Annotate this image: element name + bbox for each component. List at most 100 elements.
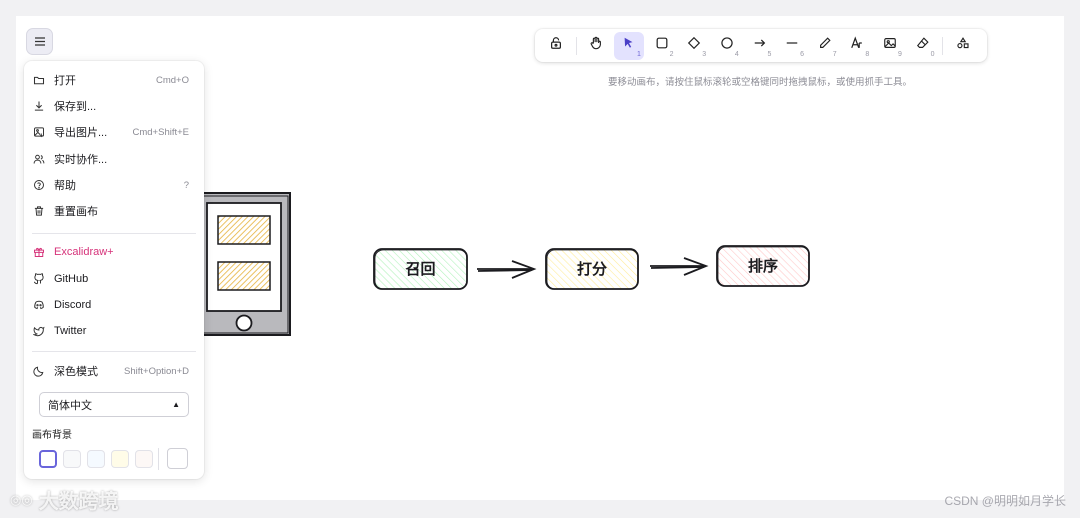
bg-swatch-blue[interactable] — [87, 450, 105, 468]
watermark-logo-icon: ◎◎ — [10, 491, 33, 507]
menu-item-label: 深色模式 — [54, 366, 98, 378]
canvas-hint: 要移动画布，请按住鼠标滚轮或空格键同时拖拽鼠标，或使用抓手工具。 — [607, 77, 912, 88]
circle-icon — [720, 36, 734, 55]
menu-link-twitter[interactable]: Twitter — [32, 319, 196, 343]
square-icon — [655, 36, 669, 55]
download-icon — [32, 99, 46, 113]
lock-icon — [549, 36, 563, 55]
toolbar-divider — [575, 36, 577, 55]
watermark-right: CSDN @明明如月学长 — [944, 494, 1066, 508]
tool-key: 4 — [734, 50, 739, 58]
menu-item-help[interactable]: 帮助 ? — [32, 173, 196, 197]
tool-key: 3 — [702, 50, 707, 58]
arrow-icon — [753, 36, 767, 55]
trash-icon — [32, 204, 46, 218]
moon-icon — [32, 364, 46, 378]
github-icon — [32, 272, 46, 286]
tool-hand[interactable] — [582, 32, 612, 60]
pointer-icon — [622, 36, 636, 55]
menu-item-open[interactable]: 打开 Cmd+O — [32, 68, 196, 92]
image-icon — [883, 36, 897, 55]
menu-item-reset-canvas[interactable]: 重置画布 — [32, 199, 196, 223]
tool-library[interactable] — [948, 32, 978, 60]
tool-ellipse[interactable]: 4 — [712, 32, 742, 60]
tool-draw[interactable]: 7 — [810, 32, 840, 60]
toolbar-divider — [942, 36, 944, 55]
tool-eraser[interactable]: 0 — [908, 32, 938, 60]
bg-swatch-gray[interactable] — [63, 450, 81, 468]
menu-item-export-image[interactable]: 导出图片... Cmd+Shift+E — [32, 120, 196, 144]
box-label-recall: 召回 — [405, 260, 436, 278]
menu-item-label: Discord — [54, 299, 92, 311]
tool-image[interactable]: 9 — [875, 32, 905, 60]
menu-divider — [32, 233, 196, 234]
tool-text[interactable]: 8 — [843, 32, 873, 60]
menu-item-dark-mode[interactable]: 深色模式 Shift+Option+D — [32, 359, 196, 383]
caret-up-icon: ▲ — [172, 400, 180, 409]
diamond-icon — [687, 36, 701, 55]
menu-link-discord[interactable]: Discord — [32, 293, 196, 317]
line-icon — [785, 36, 799, 55]
users-icon — [32, 152, 46, 166]
bg-swatch-pink[interactable] — [135, 450, 153, 468]
tool-selection[interactable]: 1 — [614, 31, 644, 60]
menu-item-shortcut: Cmd+O — [156, 74, 189, 86]
tool-key: 7 — [832, 50, 837, 58]
watermark-left-text: 大数跨境 — [38, 491, 119, 513]
menu-item-shortcut: Cmd+Shift+E — [132, 126, 190, 138]
menu-link-excalidraw-plus[interactable]: Excalidraw+ — [32, 240, 196, 264]
help-icon — [32, 178, 46, 192]
menu-item-live-collab[interactable]: 实时协作... — [32, 147, 196, 171]
menu-link-github[interactable]: GitHub — [32, 267, 196, 291]
tool-key: 5 — [767, 50, 772, 58]
menu-divider — [32, 351, 196, 352]
watermark-left: ◎◎ 大数跨境 — [10, 485, 119, 514]
export-image-icon — [32, 125, 46, 139]
menu-item-label: 实时协作... — [54, 154, 108, 166]
tool-key: 1 — [636, 50, 641, 58]
tool-lock[interactable] — [541, 32, 571, 60]
menu-item-label: GitHub — [54, 273, 89, 285]
tool-key: 9 — [897, 50, 902, 58]
swatch-divider — [158, 448, 159, 470]
tool-rectangle[interactable]: 2 — [647, 32, 677, 60]
tool-key: 6 — [800, 50, 804, 58]
box-label-rank: 排序 — [747, 257, 778, 275]
tool-key: 0 — [930, 50, 935, 58]
gift-icon — [32, 245, 46, 259]
menu-toggle-button[interactable] — [26, 28, 53, 55]
shapes-toolbar: 1 2 3 4 5 6 7 8 9 0 — [535, 29, 987, 62]
pencil-icon — [818, 36, 832, 55]
discord-icon — [32, 298, 46, 312]
tool-arrow[interactable]: 5 — [745, 32, 775, 60]
menu-item-save-to[interactable]: 保存到... — [32, 94, 196, 118]
hamburger-icon — [34, 34, 45, 49]
tool-line[interactable]: 6 — [777, 32, 807, 60]
canvas-background-label: 画布背景 — [32, 430, 72, 441]
language-selected: 简体中文 — [48, 399, 92, 412]
text-icon — [850, 36, 864, 55]
hand-icon — [589, 36, 603, 55]
menu-item-label: 导出图片... — [54, 127, 108, 139]
main-menu: 打开 Cmd+O 保存到... 导出图片... Cmd+Shift+E 实时协作… — [24, 61, 204, 479]
shapes-icon — [956, 36, 970, 55]
box-label-score: 打分 — [576, 260, 607, 278]
twitter-icon — [32, 324, 46, 338]
language-select[interactable]: 简体中文 ▲ — [39, 392, 189, 417]
menu-item-label: 重置画布 — [54, 206, 98, 218]
tool-key: 2 — [669, 50, 674, 58]
tool-diamond[interactable]: 3 — [679, 32, 709, 60]
menu-item-label: 保存到... — [54, 101, 97, 113]
bg-swatch-white[interactable] — [39, 450, 57, 468]
bg-swatch-custom[interactable] — [167, 448, 188, 469]
tool-key: 8 — [865, 50, 870, 58]
bg-swatch-yellow[interactable] — [111, 450, 129, 468]
menu-item-shortcut: ? — [183, 179, 189, 191]
eraser-icon — [916, 36, 930, 55]
menu-item-label: 帮助 — [54, 180, 76, 192]
menu-item-label: 打开 — [54, 75, 76, 87]
menu-item-label: Twitter — [54, 325, 87, 337]
folder-icon — [32, 73, 46, 87]
menu-item-label: Excalidraw+ — [54, 246, 114, 258]
menu-item-shortcut: Shift+Option+D — [124, 365, 189, 377]
